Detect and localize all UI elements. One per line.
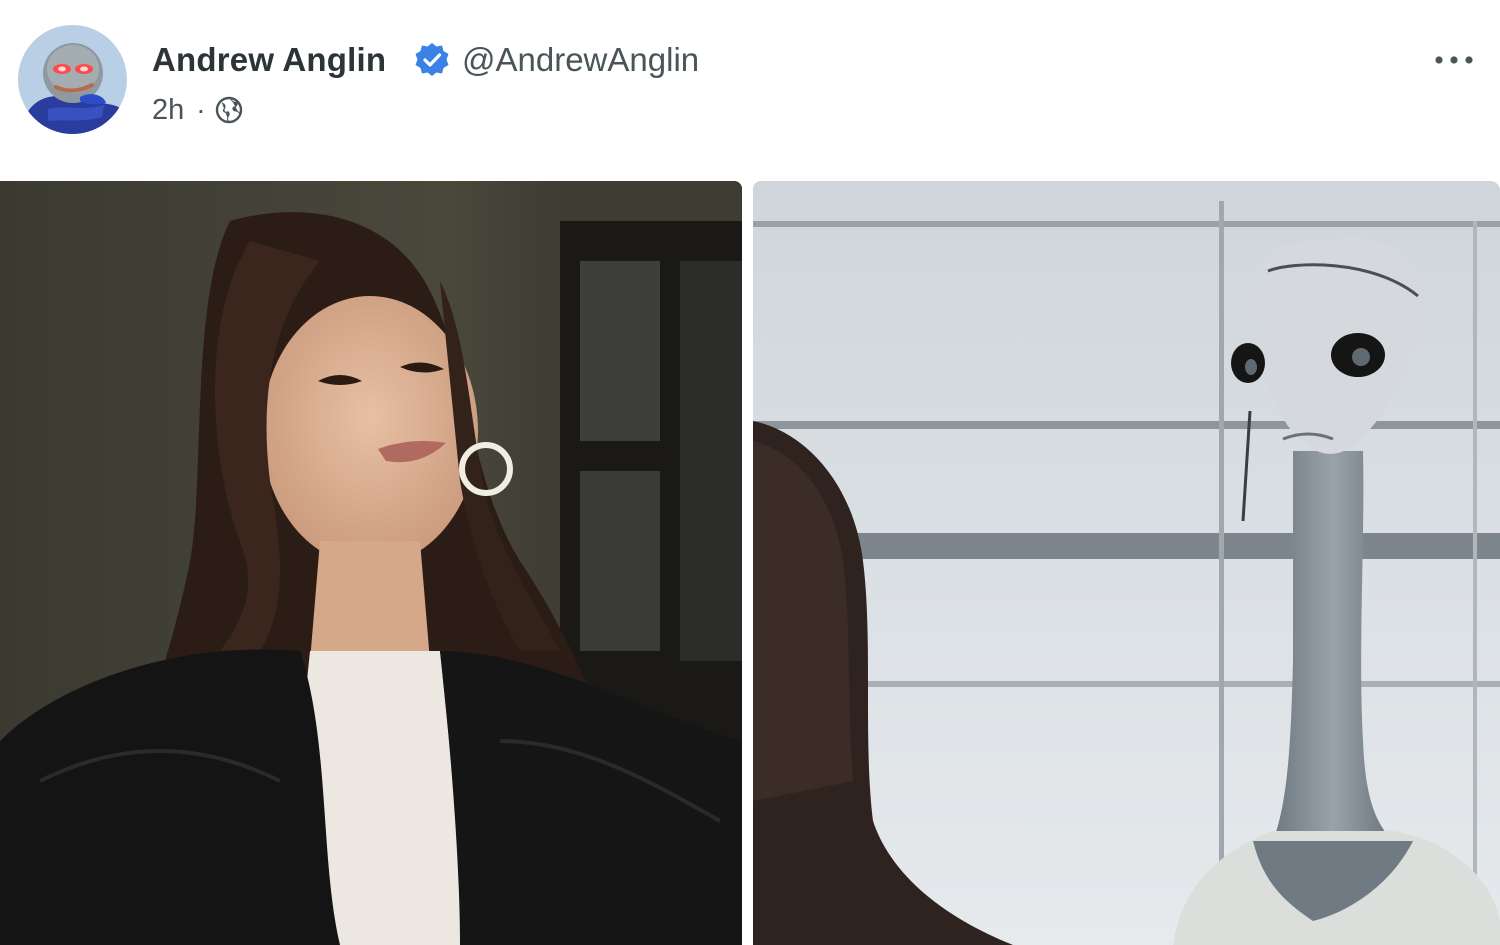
verified-badge-icon [413, 41, 451, 79]
photo-alien-icon [753, 181, 1500, 945]
avatar-image [18, 25, 127, 134]
author-avatar[interactable] [18, 25, 127, 134]
post-card: Andrew Anglin @AndrewAnglin 2h · [0, 0, 1500, 945]
photo-woman-icon [0, 181, 742, 945]
author-handle[interactable]: @AndrewAnglin [462, 40, 699, 80]
post-image-right[interactable] [753, 181, 1500, 945]
meta-separator: · [196, 94, 206, 125]
globe-icon [215, 96, 242, 124]
post-meta: 2h · [152, 92, 244, 128]
post-timestamp[interactable]: 2h [152, 92, 184, 128]
post-image-left[interactable] [0, 181, 742, 945]
author-name[interactable]: Andrew Anglin [152, 40, 386, 80]
more-options-icon[interactable] [1430, 48, 1480, 72]
